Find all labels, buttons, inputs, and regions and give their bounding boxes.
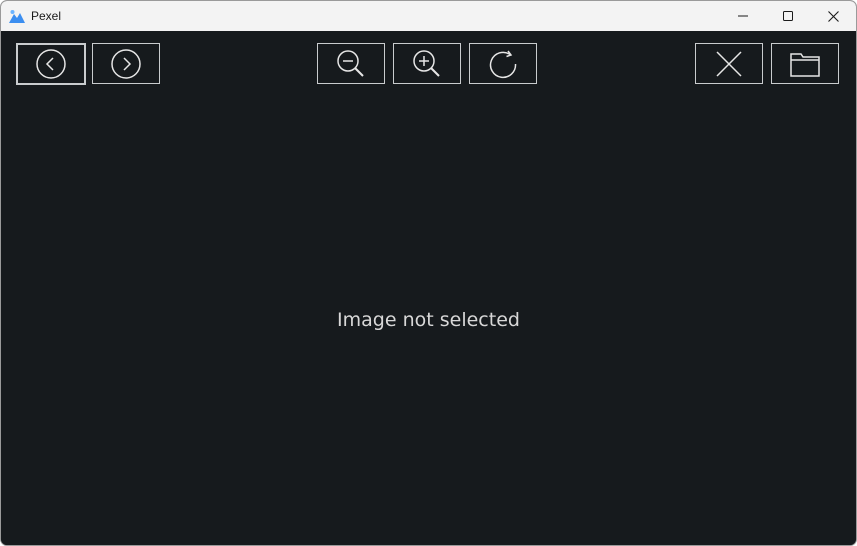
- close-icon: [827, 10, 839, 22]
- app-window: Pexel Image not selected: [0, 0, 857, 546]
- minimize-button[interactable]: [720, 1, 766, 31]
- folder-icon: [790, 51, 820, 77]
- title-bar[interactable]: Pexel: [1, 1, 856, 31]
- image-viewer: Image not selected: [1, 31, 856, 545]
- zoom-in-button[interactable]: [393, 43, 461, 84]
- maximize-icon: [783, 11, 793, 21]
- rotate-button[interactable]: [469, 43, 537, 84]
- window-title: Pexel: [31, 9, 62, 23]
- close-icon: [716, 50, 742, 77]
- zoom-in-icon: [412, 49, 442, 79]
- rotate-icon: [487, 48, 519, 80]
- chevron-right-circle-icon: [111, 48, 141, 79]
- previous-image-button[interactable]: [16, 43, 86, 85]
- chevron-left-circle-icon: [36, 49, 66, 79]
- maximize-button[interactable]: [765, 1, 811, 31]
- close-image-button[interactable]: [695, 43, 763, 84]
- mountain-image-icon: [9, 9, 25, 23]
- zoom-out-button[interactable]: [317, 43, 385, 84]
- no-image-message: Image not selected: [337, 309, 520, 331]
- window-close-button[interactable]: [810, 1, 856, 31]
- zoom-out-icon: [336, 49, 366, 79]
- minimize-icon: [738, 11, 748, 21]
- next-image-button[interactable]: [92, 43, 160, 84]
- open-folder-button[interactable]: [771, 43, 839, 84]
